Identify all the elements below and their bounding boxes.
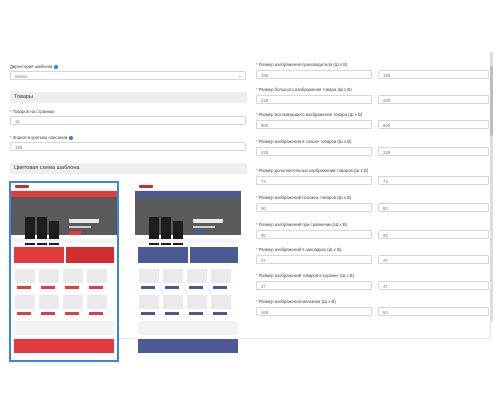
short-desc-input[interactable]: 100 bbox=[10, 142, 246, 151]
height-input[interactable]: 90 bbox=[378, 230, 489, 239]
height-input[interactable]: 100 bbox=[378, 70, 489, 79]
per-page-label: *Товаров на странице bbox=[10, 109, 55, 114]
height-input[interactable]: 47 bbox=[378, 281, 489, 290]
field-label: *Размер изображения производителя (Ш x В… bbox=[256, 62, 348, 67]
width-input[interactable]: 90 bbox=[256, 230, 372, 239]
height-input[interactable]: 74 bbox=[378, 176, 489, 185]
width-input[interactable]: 268 bbox=[256, 307, 372, 316]
field-label: *Размер изображений похожих товаров (Ш x… bbox=[256, 195, 352, 200]
section-goods: Товары bbox=[10, 92, 247, 103]
field-label: *Размер всплывающего изображения товара … bbox=[256, 112, 363, 117]
height-input[interactable]: 47 bbox=[378, 255, 489, 264]
section-color-scheme: Цветовая схема шаблона bbox=[10, 163, 247, 174]
info-icon bbox=[69, 135, 74, 140]
scrollbar-thumb[interactable] bbox=[490, 66, 493, 136]
width-input[interactable]: 74 bbox=[256, 176, 372, 185]
height-input[interactable]: 228 bbox=[378, 95, 489, 104]
field-label: *Размер изображения магазина (Ш x В) bbox=[256, 299, 336, 304]
color-scheme-red-thumbnail[interactable] bbox=[9, 181, 119, 362]
settings-panel: Директория шаблона newso ⌄ Товары *Товаро… bbox=[6, 52, 491, 362]
width-input[interactable]: 800 bbox=[256, 120, 372, 129]
field-label: *Размер большого изображения товара (Ш x… bbox=[256, 87, 352, 92]
short-desc-label: *Знаков в кратком описании bbox=[10, 135, 74, 140]
info-icon bbox=[54, 64, 59, 69]
color-scheme-navy-thumbnail[interactable] bbox=[135, 183, 241, 360]
chevron-down-icon: ⌄ bbox=[237, 73, 242, 79]
height-input[interactable]: 228 bbox=[378, 147, 489, 156]
width-input[interactable]: 228 bbox=[256, 95, 372, 104]
height-input[interactable]: 80 bbox=[378, 203, 489, 212]
field-label: *Размер изображения в списке товаров (Ш … bbox=[256, 139, 352, 144]
template-dir-select[interactable]: newso ⌄ bbox=[10, 71, 246, 80]
per-page-input[interactable]: 15 bbox=[10, 116, 246, 125]
height-input[interactable]: 50 bbox=[378, 307, 489, 316]
field-label: *Размер дополнительных изображений товар… bbox=[256, 168, 369, 173]
template-dir-label: Директория шаблона bbox=[10, 64, 59, 69]
field-label: *Размер изображений при сравнении (Ш x В… bbox=[256, 222, 348, 227]
width-input[interactable]: 180 bbox=[256, 70, 372, 79]
width-input[interactable]: 47 bbox=[256, 281, 372, 290]
height-input[interactable]: 800 bbox=[378, 120, 489, 129]
width-input[interactable]: 80 bbox=[256, 203, 372, 212]
field-label: *Размер изображений в закладках (Ш x В) bbox=[256, 247, 342, 252]
field-label: *Размер изображений товаров в корзине (Ш… bbox=[256, 273, 355, 278]
width-input[interactable]: 47 bbox=[256, 255, 372, 264]
width-input[interactable]: 228 bbox=[256, 147, 372, 156]
